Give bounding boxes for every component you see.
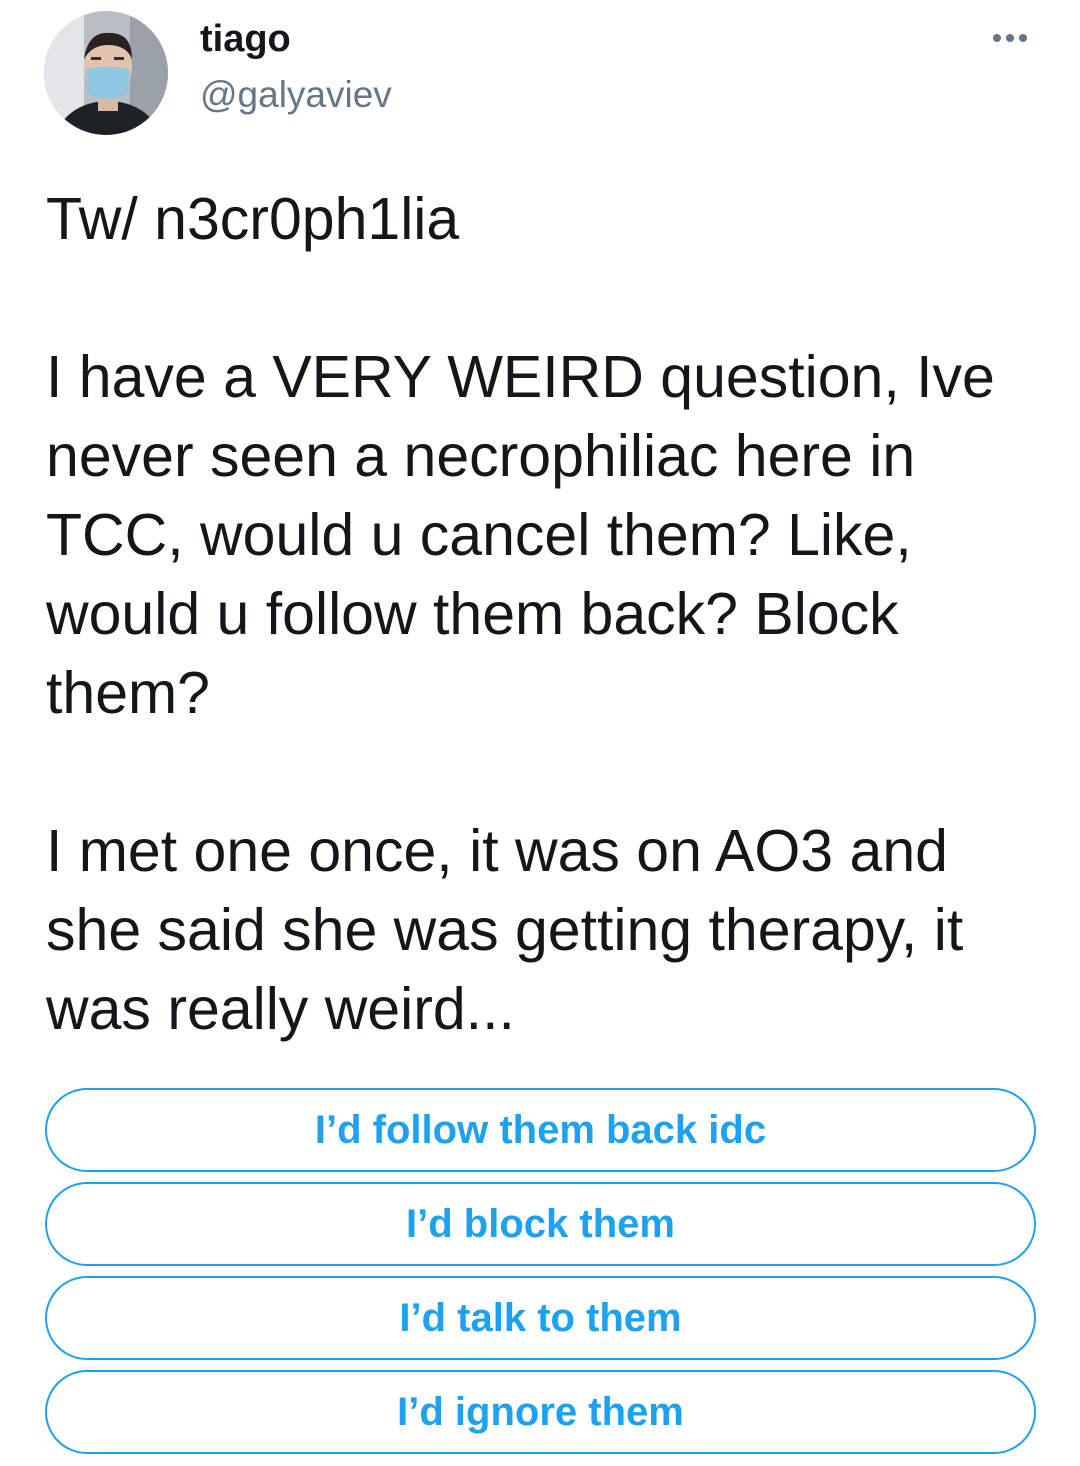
author-name[interactable]: tiago — [200, 16, 291, 62]
dot — [1006, 34, 1014, 42]
avatar[interactable] — [44, 11, 168, 135]
tweet-paragraph: Tw/ n3cr0ph1lia — [46, 186, 460, 252]
poll-option-talk[interactable]: I’d talk to them — [45, 1276, 1036, 1360]
dot — [1019, 34, 1027, 42]
tweet-paragraph: I met one once, it was on AO3 and she sa… — [46, 818, 964, 1042]
poll-option-ignore[interactable]: I’d ignore them — [45, 1370, 1036, 1454]
poll: I’d follow them back idc I’d block them … — [45, 1088, 1036, 1464]
tweet-paragraph: I have a VERY WEIRD question, Ive never … — [46, 344, 995, 726]
tweet-text: Tw/ n3cr0ph1lia I have a VERY WEIRD ques… — [46, 180, 1046, 1049]
author-handle[interactable]: @galyaviev — [200, 72, 392, 118]
tweet-header: tiago @galyaviev — [0, 0, 1080, 150]
avatar-photo-icon — [44, 11, 168, 135]
dot — [993, 34, 1001, 42]
poll-option-block[interactable]: I’d block them — [45, 1182, 1036, 1266]
poll-option-follow-back[interactable]: I’d follow them back idc — [45, 1088, 1036, 1172]
more-options-icon[interactable] — [982, 18, 1038, 58]
